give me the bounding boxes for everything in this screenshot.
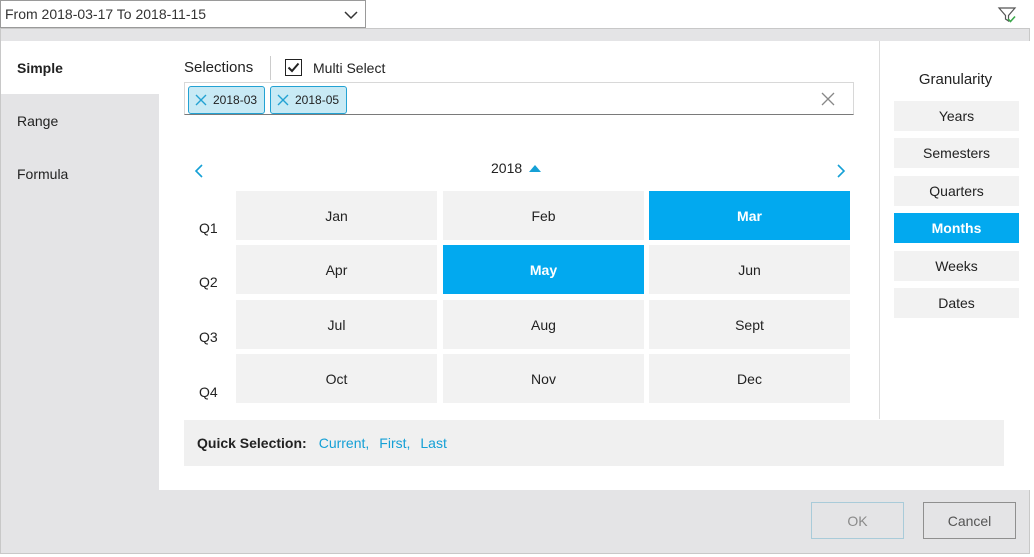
chip-label: 2018-03 [213,93,258,107]
granularity-semesters[interactable]: Semesters [894,138,1019,168]
month-label: Apr [325,261,348,278]
granularity-label: Semesters [923,145,990,161]
granularity-label: Years [938,108,975,124]
chevron-down-icon [344,11,358,20]
caret-up-icon[interactable] [529,164,541,173]
month-label: Sept [735,316,764,333]
quick-selection-label: Quick Selection: [197,435,307,451]
link-separator: , [365,435,370,451]
month-label: Dec [737,370,762,387]
nav-range[interactable]: Range [1,94,159,147]
month-label: Mar [737,207,762,224]
granularity-dates[interactable]: Dates [894,288,1019,318]
date-range-dropdown[interactable]: From 2018-03-17 To 2018-11-15 [0,0,366,28]
month-cell-jun[interactable]: Jun [649,245,850,294]
month-cell-apr[interactable]: Apr [236,245,437,294]
month-cell-sept[interactable]: Sept [649,300,850,349]
year-label[interactable]: 2018 [491,160,522,176]
nav-range-label: Range [17,112,59,129]
month-cell-aug[interactable]: Aug [443,300,644,349]
checkmark-icon [287,62,300,73]
quarter-label: Q1 [199,220,218,236]
month-cell-feb[interactable]: Feb [443,191,644,240]
quick-link-last[interactable]: Last [420,435,446,451]
simple-panel: Selections Multi Select 2018-03 2018-05 [159,41,1030,490]
selection-chip: 2018-03 [188,86,266,114]
quick-link-current[interactable]: Current [319,435,366,451]
granularity-quarters[interactable]: Quarters [894,176,1019,206]
month-cell-dec[interactable]: Dec [649,354,850,403]
chip-label: 2018-05 [295,93,340,107]
nav-simple[interactable]: Simple [1,41,159,94]
month-cell-mar[interactable]: Mar [649,191,850,240]
month-label: May [529,261,558,278]
selections-divider [270,56,271,80]
multi-select-label: Multi Select [313,60,386,76]
month-cell-may[interactable]: May [443,245,644,294]
multi-select-checkbox[interactable] [285,59,302,76]
cancel-button[interactable]: Cancel [923,502,1016,539]
quick-selection-bar: Quick Selection: Current, First, Last [184,420,1004,466]
quarter-label: Q2 [199,274,218,290]
month-label: Jan [325,207,348,224]
quarter-label: Q3 [199,329,218,345]
month-cell-nov[interactable]: Nov [443,354,644,403]
mode-nav: Simple Range Formula [1,41,159,200]
month-label: Aug [531,316,556,333]
granularity-weeks[interactable]: Weeks [894,251,1019,281]
granularity-label: Quarters [929,183,984,199]
selection-chips-box[interactable]: 2018-03 2018-05 [184,82,854,115]
month-label: Nov [531,370,556,387]
granularity-label: Dates [938,295,975,311]
link-separator: , [406,435,411,451]
remove-chip-icon[interactable] [195,94,207,106]
month-cell-jan[interactable]: Jan [236,191,437,240]
date-filter-dialog: Simple Range Formula Selections Multi Se… [0,28,1030,554]
granularity-panel: Granularity Years Semesters Quarters Mon… [879,41,1030,419]
ok-button[interactable]: OK [811,502,904,539]
nav-formula[interactable]: Formula [1,147,159,200]
date-range-text: From 2018-03-17 To 2018-11-15 [5,6,207,22]
granularity-label: Weeks [935,258,978,274]
granularity-months[interactable]: Months [894,213,1019,243]
next-year-icon[interactable] [835,163,847,179]
nav-simple-label: Simple [17,59,63,76]
remove-chip-icon[interactable] [277,94,289,106]
quick-link-first[interactable]: First [379,435,406,451]
selection-chip: 2018-05 [270,86,348,114]
month-label: Jun [738,261,761,278]
filter-icon[interactable] [997,5,1017,25]
granularity-title: Granularity [918,71,993,88]
month-label: Feb [531,207,556,224]
granularity-years[interactable]: Years [894,101,1019,131]
month-label: Jul [327,316,346,333]
granularity-label: Months [931,220,982,236]
previous-year-icon[interactable] [193,163,205,179]
nav-formula-label: Formula [17,165,69,182]
month-label: Oct [325,370,348,387]
quarter-label: Q4 [199,384,218,400]
clear-selections-icon[interactable] [821,92,835,106]
month-cell-oct[interactable]: Oct [236,354,437,403]
selections-title: Selections [184,59,254,76]
month-cell-jul[interactable]: Jul [236,300,437,349]
